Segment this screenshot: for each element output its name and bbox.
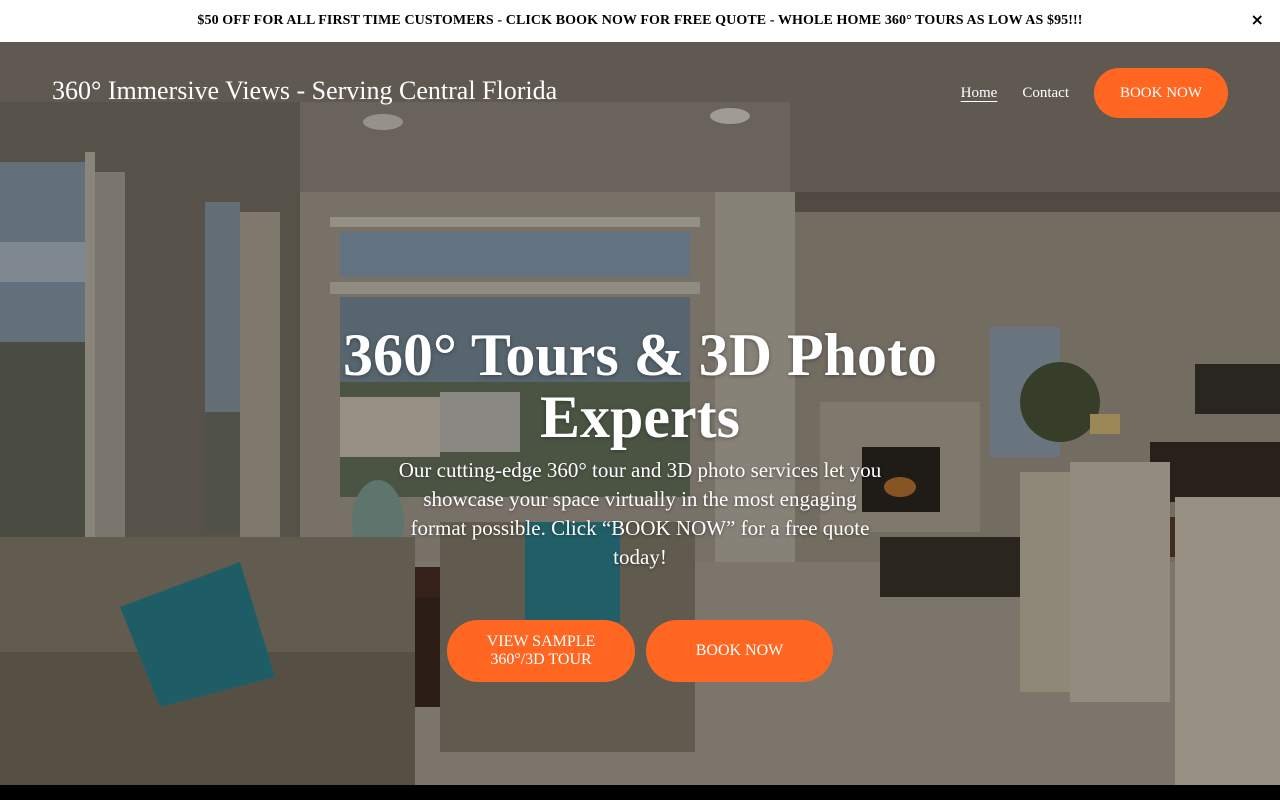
view-sample-tour-button[interactable]: VIEW SAMPLE 360°/3D TOUR	[447, 620, 635, 682]
hero-headline: 360° Tours & 3D Photo Experts	[342, 322, 938, 450]
site-title[interactable]: 360° Immersive Views - Serving Central F…	[52, 76, 557, 106]
bottom-edge-bar	[0, 785, 1280, 800]
header-book-now-button[interactable]: BOOK NOW	[1094, 68, 1228, 118]
hero-cta-group: VIEW SAMPLE 360°/3D TOUR BOOK NOW	[447, 620, 833, 682]
hero-section: 360° Immersive Views - Serving Central F…	[0, 42, 1280, 785]
hero-subtext: Our cutting-edge 360° tour and 3D photo …	[398, 458, 882, 569]
nav-home-link[interactable]: Home	[961, 85, 998, 102]
hero-book-now-button[interactable]: BOOK NOW	[646, 620, 833, 682]
announcement-bar: $50 OFF FOR ALL FIRST TIME CUSTOMERS - C…	[0, 0, 1280, 42]
nav-contact-link[interactable]: Contact	[1022, 85, 1069, 102]
main-nav: Home Contact BOOK NOW	[961, 68, 1228, 118]
announcement-text[interactable]: $50 OFF FOR ALL FIRST TIME CUSTOMERS - C…	[197, 13, 1082, 29]
close-icon[interactable]: ×	[1250, 10, 1264, 30]
